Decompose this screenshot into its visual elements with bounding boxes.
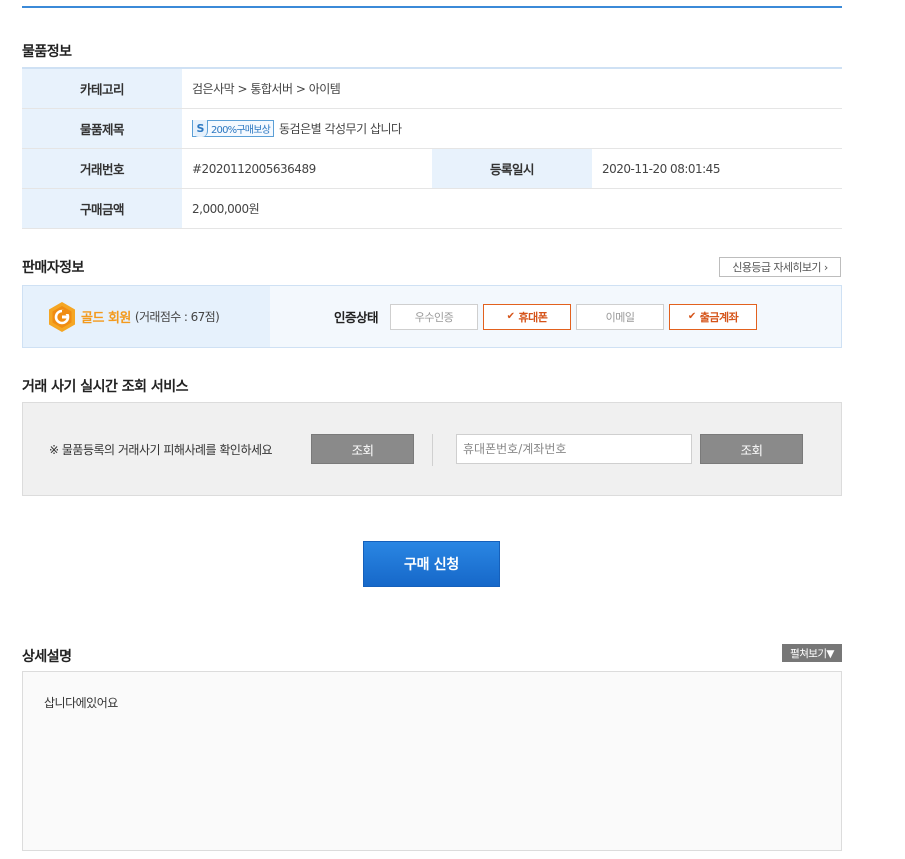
cert-account-label: 출금계좌 <box>699 310 739 324</box>
fraud-check-button-2[interactable]: 조회 <box>700 434 803 464</box>
cert-excellent-label: 우수인증 <box>414 310 454 324</box>
subject-label: 물품제목 <box>22 109 182 148</box>
grade-name: 골드 회원 <box>81 311 131 326</box>
cert-phone-label: 휴대폰 <box>518 310 548 324</box>
subject-row: 물품제목 S 200%구매보상 동검은별 각성무기 삽니다 <box>22 109 842 149</box>
buy-request-button[interactable]: 구매 신청 <box>363 541 500 587</box>
cert-email: 이메일 <box>576 303 665 330</box>
category-row: 카테고리 검은사막 > 통합서버 > 아이템 <box>22 69 842 109</box>
grade-score: (거래점수 : 67점) <box>134 310 220 324</box>
trade-no-value: #2020112005636489 <box>192 161 316 176</box>
top-divider <box>22 6 842 8</box>
category-value: 검은사막 > 통합서버 > 아이템 <box>192 82 341 96</box>
phone-account-input[interactable] <box>456 434 692 464</box>
purchase-reward-badge: S 200%구매보상 <box>192 120 274 137</box>
fraud-check-title: 거래 사기 실시간 조회 서비스 <box>22 379 189 395</box>
check-icon: ✔ <box>506 311 515 322</box>
cert-email-label: 이메일 <box>605 310 635 324</box>
fraud-divider <box>432 434 433 466</box>
fraud-check-box: ※ 물품등록의 거래사기 피해사례를 확인하세요 조회 조회 <box>22 402 842 496</box>
seller-info-title: 판매자정보 <box>22 260 84 276</box>
cert-excellent: 우수인증 <box>390 303 479 330</box>
fraud-check-button-1[interactable]: 조회 <box>311 434 414 464</box>
price-row: 구매금액 2,000,000원 <box>22 189 842 229</box>
reg-date-label: 등록일시 <box>432 149 592 188</box>
credit-detail-button[interactable]: 신용등급 자세히보기 › <box>719 257 841 277</box>
expand-button[interactable]: 펼쳐보기▼ <box>782 644 842 662</box>
gold-grade-icon <box>47 301 77 333</box>
subject-cell: S 200%구매보상 동검은별 각성무기 삽니다 <box>182 109 842 148</box>
cert-label: 인증상태 <box>334 310 379 325</box>
cert-status: 인증상태 우수인증 ✔ 휴대폰 이메일 ✔ 출금계좌 <box>270 286 762 347</box>
price-label: 구매금액 <box>22 189 182 228</box>
trade-no-label: 거래번호 <box>22 149 182 188</box>
detail-content: 삽니다에있어요 <box>44 696 118 710</box>
seller-box: 골드 회원 (거래점수 : 67점) 인증상태 우수인증 ✔ 휴대폰 이메일 ✔ 출… <box>22 285 842 348</box>
item-info-title: 물품정보 <box>22 44 72 60</box>
category-label: 카테고리 <box>22 69 182 108</box>
detail-box: 삽니다에있어요 <box>22 671 842 851</box>
shield-s-icon: S <box>193 120 208 137</box>
seller-grade: 골드 회원 (거래점수 : 67점) <box>23 286 270 347</box>
cert-phone: ✔ 휴대폰 <box>483 303 572 330</box>
fraud-notice: ※ 물품등록의 거래사기 피해사례를 확인하세요 <box>49 443 273 457</box>
detail-title: 상세설명 <box>22 649 72 665</box>
price-value: 2,000,000원 <box>192 202 260 216</box>
item-info-table: 카테고리 검은사막 > 통합서버 > 아이템 물품제목 S 200%구매보상 동검… <box>22 67 842 229</box>
cert-account: ✔ 출금계좌 <box>669 303 758 330</box>
subject-value: 동검은별 각성무기 삽니다 <box>279 122 402 136</box>
trade-row: 거래번호 #2020112005636489 등록일시 2020-11-20 0… <box>22 149 842 189</box>
check-icon: ✔ <box>687 311 696 322</box>
reg-date-value: 2020-11-20 08:01:45 <box>602 161 720 176</box>
badge-text: 200%구매보상 <box>211 125 271 136</box>
